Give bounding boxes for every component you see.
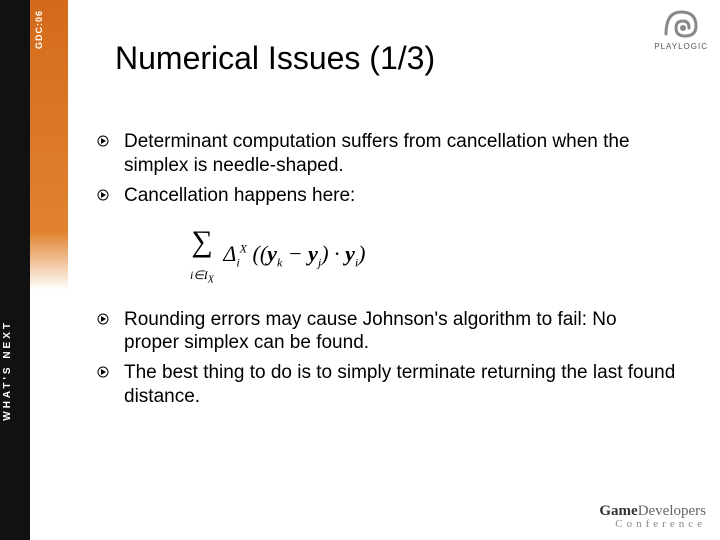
bullet-icon [96,135,110,147]
slide-title: Numerical Issues (1/3) [115,40,435,77]
formula: ∑ i∈IX ΔiX ((yk − yj) · yi) [190,225,676,285]
gdc-conf-text: Conference [599,518,706,530]
playlogic-icon [660,6,702,40]
sidebar-whats-next-label: WHAT'S NEXT [2,320,28,421]
sidebar: WHAT'S NEXT GDC:06 [0,0,68,540]
bullet-item: Cancellation happens here: [96,184,676,208]
gdc-dev-text: Developers [638,503,706,519]
bullet-icon [96,313,110,325]
bullet-item: The best thing to do is to simply termin… [96,361,676,409]
gdc-game-text: Game [599,503,637,519]
bullet-text: Cancellation happens here: [124,184,355,208]
bullet-icon [96,189,110,201]
bullet-icon [96,366,110,378]
playlogic-text: PLAYLOGIC [654,42,708,51]
sidebar-gdc-label: GDC:06 [34,10,64,49]
bullet-text: The best thing to do is to simply termin… [124,361,676,409]
bullet-item: Rounding errors may cause Johnson's algo… [96,308,676,356]
gdc-logo: GameDevelopers Conference [599,502,706,530]
sidebar-black-strip [0,0,30,540]
bullet-text: Rounding errors may cause Johnson's algo… [124,308,676,356]
bullet-item: Determinant computation suffers from can… [96,130,676,178]
playlogic-logo: PLAYLOGIC [654,6,708,51]
bullet-text: Determinant computation suffers from can… [124,130,676,178]
slide-content: Determinant computation suffers from can… [96,130,676,415]
